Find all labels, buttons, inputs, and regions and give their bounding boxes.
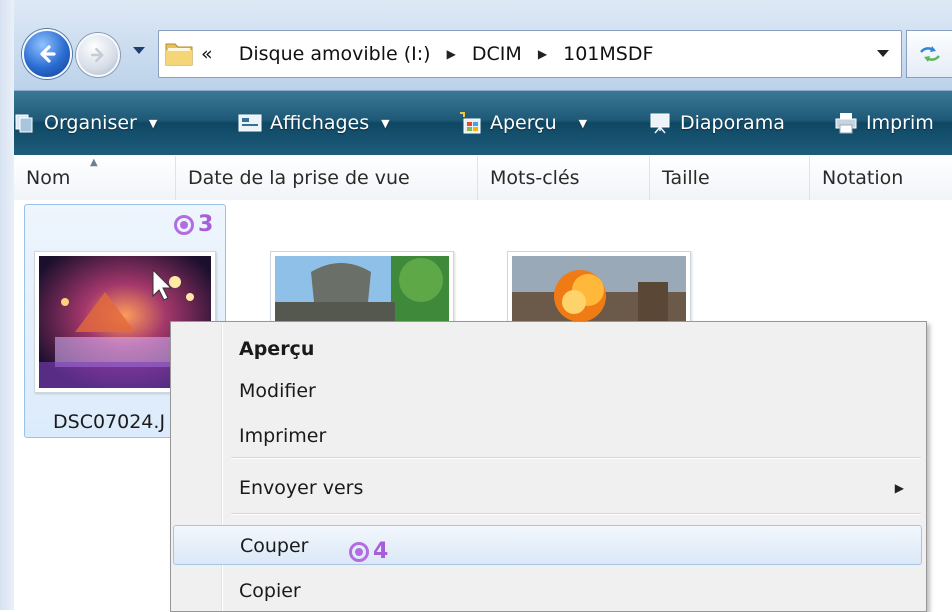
column-header-mots-cles[interactable]: Mots-clés bbox=[478, 156, 650, 200]
menu-item-couper[interactable]: Couper bbox=[173, 525, 922, 565]
column-headers: ▲ Nom Date de la prise de vue Mots-clés … bbox=[14, 156, 952, 201]
fire-explosion-photo bbox=[512, 256, 686, 322]
breadcrumb-separator-icon[interactable]: ▶ bbox=[538, 31, 547, 77]
breadcrumb-separator-icon[interactable]: ▶ bbox=[447, 31, 456, 77]
forward-arrow-icon bbox=[90, 47, 104, 63]
organiser-label: Organiser bbox=[44, 112, 137, 134]
menu-item-label: Envoyer vers bbox=[239, 477, 364, 499]
step-number: 3 bbox=[198, 212, 214, 237]
column-header-label: Notation bbox=[822, 167, 904, 189]
menu-separator bbox=[231, 513, 921, 515]
printer-icon bbox=[835, 113, 857, 134]
photo-thumbnail[interactable] bbox=[507, 251, 691, 323]
menu-item-apercu[interactable]: Aperçu bbox=[173, 329, 922, 369]
refresh-button[interactable] bbox=[906, 30, 952, 78]
forward-button[interactable] bbox=[76, 33, 120, 77]
preview-icon bbox=[460, 112, 481, 134]
organiser-button[interactable]: Organiser ▼ bbox=[14, 91, 157, 155]
chevron-down-icon: ▼ bbox=[578, 116, 588, 130]
window-left-border bbox=[0, 0, 14, 610]
column-header-nom[interactable]: ▲ Nom bbox=[14, 156, 176, 200]
menu-item-copier[interactable]: Copier bbox=[173, 571, 922, 611]
menu-separator bbox=[231, 457, 921, 459]
back-button[interactable] bbox=[22, 29, 72, 79]
outdoor-tower-photo bbox=[275, 256, 449, 322]
apercu-label: Aperçu bbox=[490, 112, 557, 134]
context-menu: Aperçu Modifier Imprimer Envoyer vers ▶ … bbox=[170, 321, 927, 612]
photo-thumbnail[interactable] bbox=[270, 251, 454, 323]
address-bar[interactable]: « Disque amovible (I:) ▶ DCIM ▶ 101MSDF bbox=[158, 30, 902, 78]
column-header-label: Date de la prise de vue bbox=[188, 167, 410, 189]
imprimer-label: Imprim bbox=[866, 112, 934, 134]
breadcrumb-current-folder[interactable]: 101MSDF bbox=[563, 43, 653, 65]
organise-icon bbox=[15, 114, 33, 133]
submenu-arrow-icon: ▶ bbox=[894, 481, 904, 495]
column-header-label: Nom bbox=[26, 167, 71, 189]
chevron-down-icon: ▼ bbox=[381, 116, 390, 130]
address-history-dropdown-icon[interactable] bbox=[877, 50, 889, 58]
views-icon bbox=[238, 114, 262, 132]
slideshow-icon bbox=[650, 113, 670, 134]
step-number: 4 bbox=[373, 539, 389, 564]
menu-item-envoyer-vers[interactable]: Envoyer vers ▶ bbox=[173, 468, 922, 508]
navigation-bar: « Disque amovible (I:) ▶ DCIM ▶ 101MSDF bbox=[0, 0, 952, 91]
sort-ascending-icon: ▲ bbox=[90, 157, 98, 168]
diaporama-button[interactable]: Diaporama bbox=[648, 91, 785, 155]
diaporama-label: Diaporama bbox=[680, 112, 785, 134]
menu-item-modifier[interactable]: Modifier bbox=[173, 371, 922, 411]
imprimer-button[interactable]: Imprim bbox=[834, 91, 934, 155]
step-marker-4: 4 bbox=[349, 539, 388, 564]
breadcrumb-overflow[interactable]: « bbox=[201, 43, 213, 65]
command-toolbar: Organiser ▼ Affichages ▼ Aperçu ▼ Diapor… bbox=[0, 91, 952, 155]
affichages-button[interactable]: Affichages ▼ bbox=[238, 91, 390, 155]
apercu-button[interactable]: Aperçu ▼ bbox=[458, 91, 587, 155]
column-header-label: Taille bbox=[662, 167, 710, 189]
back-arrow-icon bbox=[40, 45, 56, 63]
file-name-label[interactable]: DSC07024.J bbox=[53, 411, 165, 433]
folder-icon bbox=[165, 43, 193, 66]
menu-item-imprimer[interactable]: Imprimer bbox=[173, 416, 922, 456]
step-marker-3: 3 bbox=[174, 212, 213, 237]
refresh-icon bbox=[920, 46, 940, 62]
breadcrumb-drive[interactable]: Disque amovible (I:) bbox=[239, 43, 431, 65]
affichages-label: Affichages bbox=[270, 112, 370, 134]
column-header-notation[interactable]: Notation bbox=[810, 156, 952, 200]
breadcrumb-dcim[interactable]: DCIM bbox=[472, 43, 522, 65]
column-header-taille[interactable]: Taille bbox=[650, 156, 810, 200]
column-header-date[interactable]: Date de la prise de vue bbox=[176, 156, 478, 200]
step-circle-icon bbox=[349, 541, 369, 562]
column-header-label: Mots-clés bbox=[490, 167, 580, 189]
step-circle-icon bbox=[174, 214, 194, 235]
menu-item-label: Couper bbox=[240, 535, 309, 557]
recent-pages-dropdown-icon[interactable] bbox=[132, 46, 146, 56]
chevron-down-icon: ▼ bbox=[148, 116, 158, 130]
